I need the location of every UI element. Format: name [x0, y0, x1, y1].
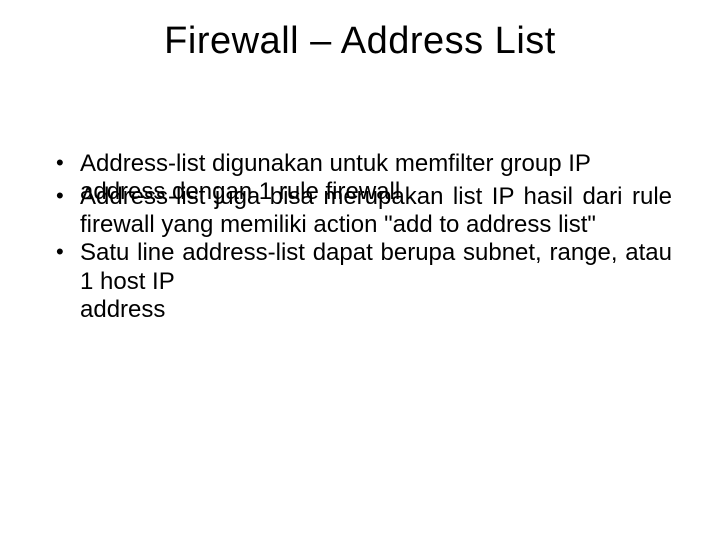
bullet-list: Address-list digunakan untuk memfilter g…	[52, 150, 672, 324]
slide: Firewall – Address List Address-list dig…	[0, 0, 720, 540]
bullet-item-3: Satu line address-list dapat berupa subn…	[52, 239, 672, 324]
bullet-text: Address-list juga bisa merupakan list IP…	[80, 183, 672, 238]
slide-title: Firewall – Address List	[0, 20, 720, 63]
bullet-item-2: Address-list juga bisa merupakan list IP…	[52, 183, 672, 240]
bullet-text: Satu line address-list dapat berupa subn…	[80, 239, 672, 294]
bullet-text: address	[80, 296, 165, 324]
bullet-text: Address-list digunakan untuk memfilter g…	[80, 150, 591, 177]
slide-body: Address-list digunakan untuk memfilter g…	[52, 150, 672, 324]
